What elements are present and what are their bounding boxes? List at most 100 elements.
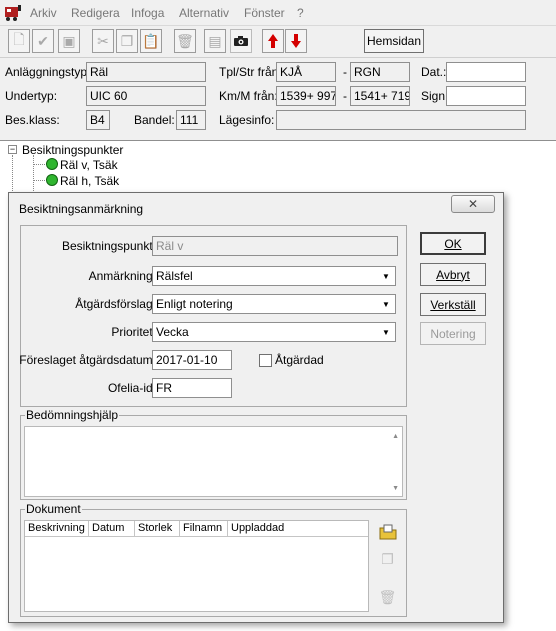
copy-icon: ❐ [120,32,134,49]
ofelia-input[interactable]: FR [152,378,232,398]
delete-button[interactable]: 🗑 [174,29,196,53]
camera-icon [234,36,248,46]
paste-button[interactable]: 📋 [140,29,162,53]
undertyp-label: Undertyp: [5,89,58,103]
arrow-down-icon [291,34,301,48]
ok-label: OK [444,236,462,251]
copy-button[interactable]: ❐ [116,29,138,53]
bedomning-textarea[interactable]: ▲ ▼ [24,426,403,497]
check-button[interactable]: ✔ [32,29,54,53]
scroll-down-icon[interactable]: ▼ [392,485,399,492]
besklass-label: Bes.klass: [5,113,60,127]
fields-group: Besiktningspunkt: Räl v Anmärkning: Räls… [19,225,407,407]
tree-item[interactable]: Räl v, Tsäk [60,158,118,172]
menu-bar: Arkiv Redigera Infoga Alternativ Fönster… [0,0,556,26]
scissors-icon: ✂ [97,32,109,49]
arrow-up-icon [268,34,278,48]
anmarkning-value: Rälsfel [156,269,193,283]
column-header[interactable]: Beskrivning [25,521,89,536]
app-logo-icon [5,5,21,21]
close-icon: ✕ [467,197,479,211]
trash-icon: 🗑 [176,32,194,49]
verkstall-button[interactable]: Verkställ [420,293,486,316]
notering-button[interactable]: Notering [420,322,486,345]
chevron-down-icon: ▼ [382,271,390,281]
ok-button[interactable]: OK [420,232,486,255]
anmarkning-select[interactable]: Rälsfel ▼ [152,266,396,286]
atgardsforslag-label: Åtgärdsförslag: [75,297,156,311]
atgardad-checkbox[interactable] [259,354,272,367]
menu-infoga[interactable]: Infoga [131,6,164,20]
tree-connector [33,180,45,181]
open-folder-icon [379,524,396,539]
chevron-down-icon: ▼ [382,299,390,309]
trash-icon: 🗑 [378,589,397,605]
edit-document-button[interactable]: ❐ [376,548,399,571]
save-button[interactable]: ▣ [58,29,80,53]
delete-document-button[interactable]: 🗑 [376,586,399,609]
anlaggningstyp-field: Räl [86,62,206,82]
move-up-button[interactable] [262,29,284,53]
close-button[interactable]: ✕ [451,195,495,213]
scroll-up-icon[interactable]: ▲ [392,433,399,440]
avbryt-button[interactable]: Avbryt [420,263,486,286]
besiktningsanmarkning-dialog: Besiktningsanmärkning ✕ Besiktningspunkt… [8,192,504,623]
move-down-button[interactable] [285,29,307,53]
lagesinfo-field [276,110,526,130]
column-header[interactable]: Uppladdad [228,521,370,536]
home-button[interactable]: Hemsidan [364,29,424,53]
menu-redigera[interactable]: Redigera [71,6,120,20]
copy-icon: ❐ [381,551,394,567]
anmarkning-label: Anmärkning: [88,269,156,283]
notering-label: Notering [430,326,476,341]
sign-input[interactable] [446,86,526,106]
tree-connector [33,164,45,165]
green-node-icon [46,174,58,186]
atgardsforslag-select[interactable]: Enligt notering ▼ [152,294,396,314]
lagesinfo-label: Lägesinfo: [219,113,275,127]
prioritet-label: Prioritet: [111,325,156,339]
atgardad-label: Åtgärdad [275,353,324,367]
tpl-from-field: KJÅ [276,62,336,82]
menu-fonster[interactable]: Fönster [244,6,285,20]
tree-connector [33,155,34,195]
prioritet-select[interactable]: Vecka ▼ [152,322,396,342]
bedomning-title: Bedömningshjälp [25,408,120,422]
tree-item[interactable]: Räl h, Tsäk [60,174,119,188]
km-from-field: 1539+ 997 [276,86,336,106]
bedomning-group: Bedömningshjälp ▲ ▼ [20,408,407,500]
tree-root[interactable]: Besiktningspunkter [22,143,123,157]
column-header[interactable]: Datum [89,521,135,536]
cut-button[interactable]: ✂ [92,29,114,53]
anlaggningstyp-label: Anläggningstyp: [5,65,91,79]
menu-alternativ[interactable]: Alternativ [179,6,229,20]
camera-button[interactable] [230,29,252,53]
chevron-down-icon: ▼ [382,327,390,337]
collapse-toggle[interactable]: − [8,145,17,154]
document-table[interactable]: Beskrivning Datum Storlek Filnamn Upplad… [24,520,369,612]
column-header[interactable]: Storlek [135,521,180,536]
datum-input[interactable]: 2017-01-10 [152,350,232,370]
toolbar: 🗋 ✔ ▣ ✂ ❐ 📋 🗑 ▤ Hemsidan [0,26,556,58]
km-dash: - [343,89,347,103]
save-icon: ▣ [62,32,76,49]
besklass-field: B4 [86,110,110,130]
bandel-label: Bandel: [134,113,175,127]
undertyp-field: UIC 60 [86,86,206,106]
km-label: Km/M från: [219,89,278,103]
menu-help[interactable]: ? [297,6,304,20]
column-header[interactable]: Filnamn [180,521,228,536]
tpl-label: Tpl/Str från: [219,65,282,79]
menu-arkiv[interactable]: Arkiv [30,6,57,20]
dokument-title: Dokument [25,502,82,516]
dialog-title: Besiktningsanmärkning [19,202,144,216]
bandel-field: 111 [176,110,206,130]
add-document-button[interactable] [376,520,399,543]
dat-input[interactable] [446,62,526,82]
new-document-button[interactable]: 🗋 [8,29,30,53]
green-node-icon [46,158,58,170]
dokument-group: Dokument Beskrivning Datum Storlek Filna… [20,502,407,617]
calculator-button[interactable]: ▤ [204,29,226,53]
tpl-to-field: RGN [350,62,410,82]
document-icon: 🗋 [13,31,25,47]
